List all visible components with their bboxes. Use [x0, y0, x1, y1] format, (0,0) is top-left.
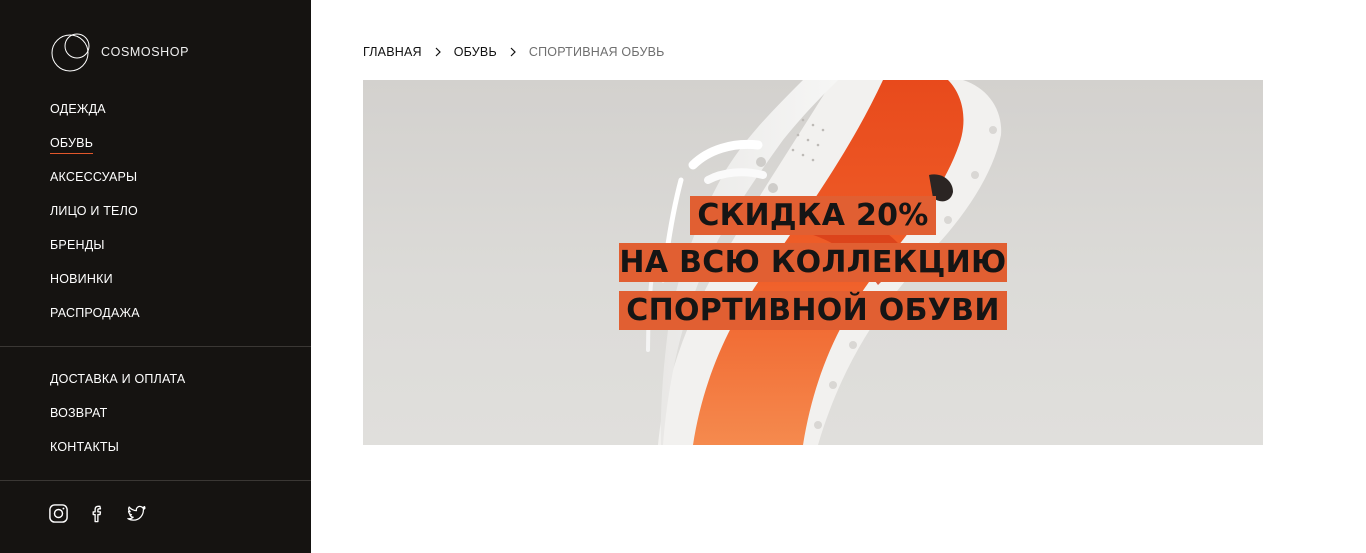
- promo-text: СКИДКА 20% НА ВСЮ КОЛЛЕКЦИЮ СПОРТИВНОЙ О…: [363, 80, 1263, 445]
- nav-item-contacts[interactable]: КОНТАКТЫ: [50, 437, 119, 457]
- chevron-right-icon: [435, 47, 441, 57]
- nav-item-sale[interactable]: РАСПРОДАЖА: [50, 303, 140, 323]
- promo-line-discount: СКИДКА 20%: [690, 196, 936, 235]
- instagram-icon[interactable]: [48, 503, 69, 524]
- promo-banner[interactable]: СКИДКА 20% НА ВСЮ КОЛЛЕКЦИЮ СПОРТИВНОЙ О…: [363, 80, 1263, 445]
- social-links: [48, 503, 147, 524]
- main-nav: ОДЕЖДА ОБУВЬ АКСЕССУАРЫ ЛИЦО И ТЕЛО БРЕН…: [50, 99, 140, 337]
- facebook-icon[interactable]: [87, 503, 108, 524]
- nav-item-returns[interactable]: ВОЗВРАТ: [50, 403, 107, 423]
- sidebar-divider: [0, 346, 311, 347]
- breadcrumb-shoes[interactable]: ОБУВЬ: [454, 45, 497, 59]
- chevron-right-icon: [510, 47, 516, 57]
- brand-name: COSMOSHOP: [101, 45, 190, 59]
- breadcrumb: ГЛАВНАЯ ОБУВЬ СПОРТИВНАЯ ОБУВЬ: [363, 43, 665, 61]
- nav-item-clothing[interactable]: ОДЕЖДА: [50, 99, 106, 119]
- breadcrumb-home[interactable]: ГЛАВНАЯ: [363, 45, 422, 59]
- promo-line-collection: НА ВСЮ КОЛЛЕКЦИЮ: [619, 243, 1007, 282]
- sidebar: COSMOSHOP ОДЕЖДА ОБУВЬ АКСЕССУАРЫ ЛИЦО И…: [0, 0, 311, 553]
- info-nav: ДОСТАВКА И ОПЛАТА ВОЗВРАТ КОНТАКТЫ: [50, 369, 185, 471]
- nav-item-shoes[interactable]: ОБУВЬ: [50, 133, 94, 154]
- logo-icon: [51, 33, 90, 72]
- promo-line-sport-shoes: СПОРТИВНОЙ ОБУВИ: [619, 291, 1007, 330]
- main-content: ГЛАВНАЯ ОБУВЬ СПОРТИВНАЯ ОБУВЬ СКИДКА 20…: [311, 0, 1366, 553]
- nav-item-brands[interactable]: БРЕНДЫ: [50, 235, 105, 255]
- nav-item-delivery[interactable]: ДОСТАВКА И ОПЛАТА: [50, 369, 185, 389]
- logo[interactable]: COSMOSHOP: [50, 30, 189, 72]
- twitter-icon[interactable]: [126, 503, 147, 524]
- nav-item-face-body[interactable]: ЛИЦО И ТЕЛО: [50, 201, 138, 221]
- nav-item-accessories[interactable]: АКСЕССУАРЫ: [50, 167, 137, 187]
- breadcrumb-current: СПОРТИВНАЯ ОБУВЬ: [528, 45, 665, 59]
- nav-item-new[interactable]: НОВИНКИ: [50, 269, 113, 289]
- sidebar-divider: [0, 480, 311, 481]
